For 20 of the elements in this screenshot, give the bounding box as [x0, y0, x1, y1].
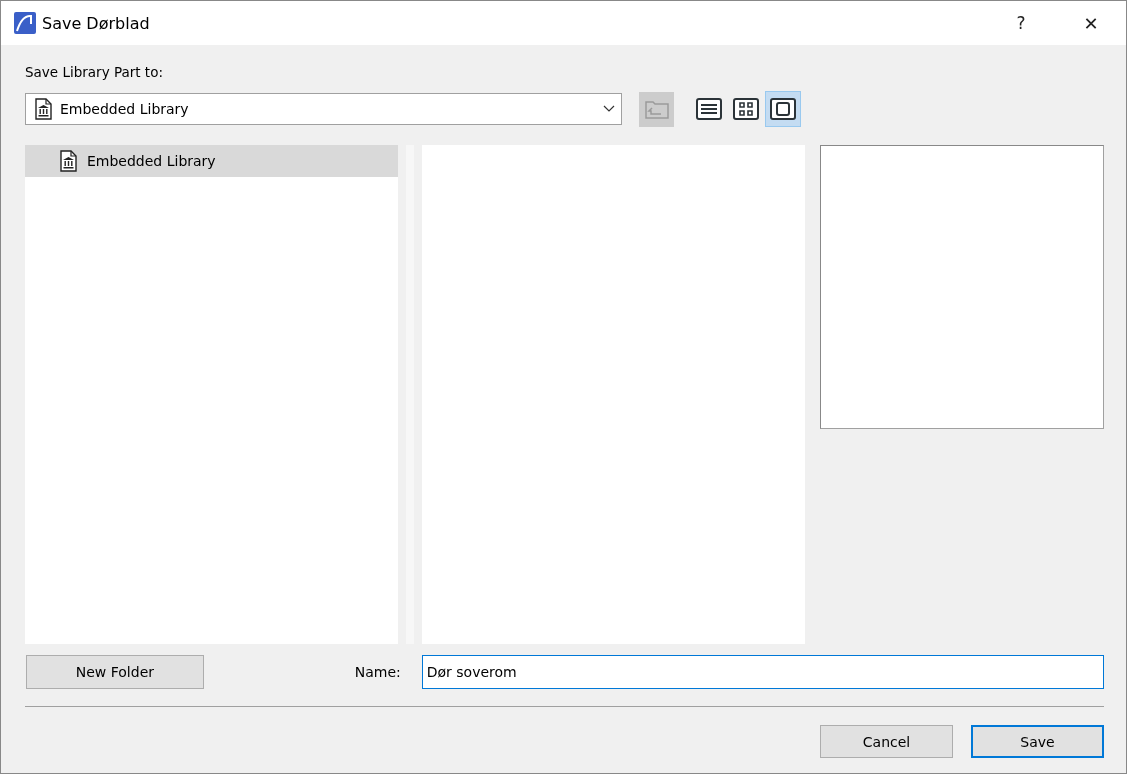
square-icon	[770, 98, 796, 120]
list-icon	[696, 98, 722, 120]
cancel-button[interactable]: Cancel	[820, 725, 953, 758]
window-title: Save Dørblad	[42, 13, 150, 33]
help-button[interactable]: ?	[986, 1, 1056, 45]
folder-up-icon	[644, 99, 669, 119]
app-logo-icon	[14, 12, 36, 34]
grid-icon	[733, 98, 759, 120]
location-dropdown[interactable]: Embedded Library	[25, 93, 622, 125]
name-input-field[interactable]: Dør soverom	[421, 655, 1104, 689]
name-label: Name:	[354, 664, 402, 680]
library-icon	[34, 98, 52, 120]
caret-icon	[603, 105, 615, 113]
new-folder-button[interactable]: New Folder	[26, 655, 204, 689]
field-label: Save Library Part to:	[25, 64, 164, 82]
save-button[interactable]: Save	[971, 725, 1104, 758]
library-icon	[59, 150, 77, 172]
tree-item[interactable]: Embedded Library	[25, 145, 398, 177]
close-button[interactable]: ✕	[1056, 1, 1126, 45]
preview-view-button[interactable]	[765, 91, 801, 127]
